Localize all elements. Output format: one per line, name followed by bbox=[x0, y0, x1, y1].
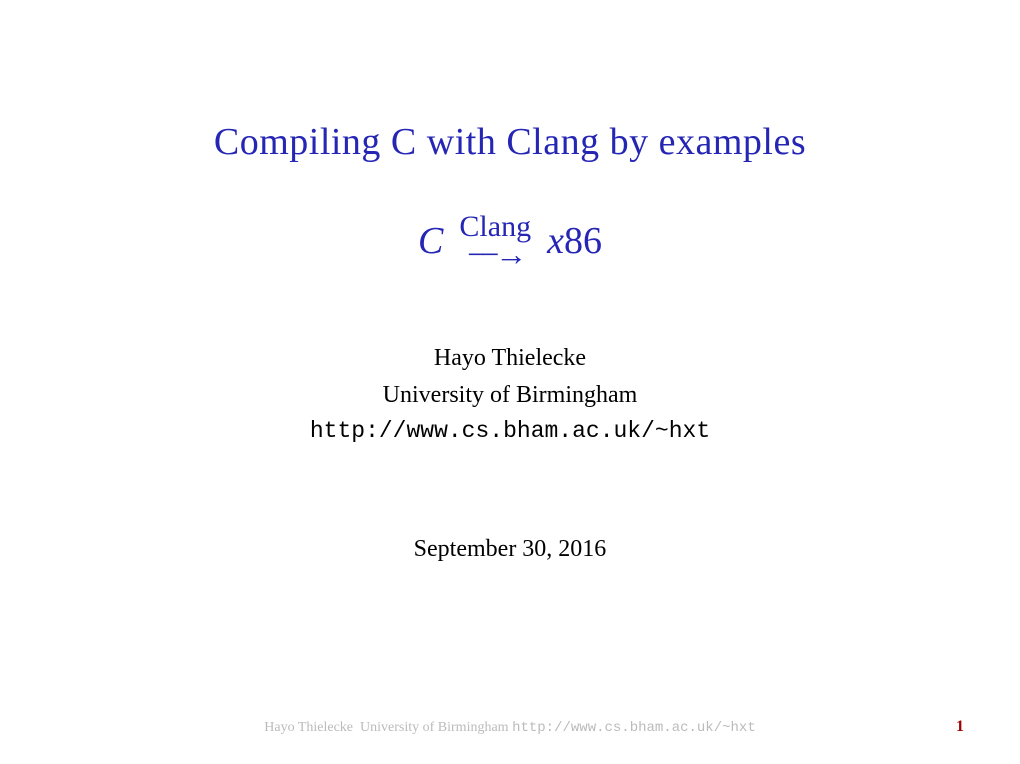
page-number: 1 bbox=[956, 718, 964, 736]
arrow-wrap: Clang −−→ bbox=[459, 212, 531, 270]
footer: Hayo Thielecke University of Birmingham … bbox=[0, 720, 1020, 736]
formula-right-n: 86 bbox=[564, 220, 602, 262]
slide: Compiling C with Clang by examples C Cla… bbox=[0, 0, 1020, 764]
formula-left: C bbox=[418, 219, 443, 263]
formula-right-x: x bbox=[547, 220, 564, 262]
footer-url: http://www.cs.bham.ac.uk/~hxt bbox=[512, 720, 756, 736]
author-url: http://www.cs.bham.ac.uk/~hxt bbox=[100, 414, 920, 450]
footer-affiliation: University of Birmingham bbox=[360, 720, 509, 735]
footer-author: Hayo Thielecke bbox=[264, 720, 353, 735]
main-title: Compiling C with Clang by examples bbox=[100, 120, 920, 164]
date: September 30, 2016 bbox=[100, 536, 920, 563]
title-area: Compiling C with Clang by examples C Cla… bbox=[100, 120, 920, 270]
formula: C Clang −−→ x86 bbox=[100, 212, 920, 270]
author-name: Hayo Thielecke bbox=[100, 340, 920, 377]
formula-right: x86 bbox=[547, 219, 602, 263]
author-block: Hayo Thielecke University of Birmingham … bbox=[100, 340, 920, 450]
author-affiliation: University of Birmingham bbox=[100, 377, 920, 414]
arrow-icon: −−→ bbox=[467, 238, 523, 270]
